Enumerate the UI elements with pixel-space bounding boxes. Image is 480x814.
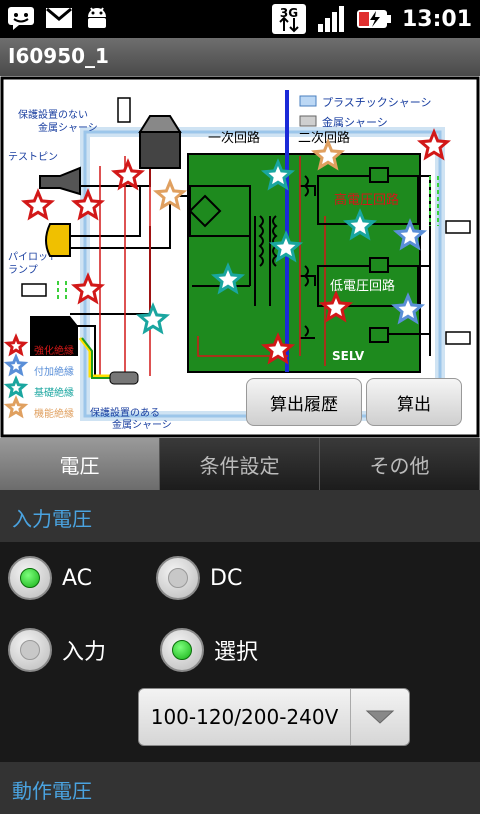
svg-text:金属シャーシ: 金属シャーシ <box>112 418 172 431</box>
tab-voltage[interactable]: 電圧 <box>0 438 160 490</box>
insulation-diagram: プラスチックシャーシ 金属シャーシ 一次回路 二次回路 保護設置のない 金属シャ… <box>0 76 480 438</box>
notification-icons <box>6 4 112 32</box>
radio-select-label: 選択 <box>214 640 259 665</box>
svg-text:保護設置のない: 保護設置のない <box>18 108 88 121</box>
svg-text:金属シャーシ: 金属シャーシ <box>322 115 388 129</box>
radio-dc[interactable]: DC <box>156 556 242 600</box>
tab-conditions[interactable]: 条件設定 <box>160 438 320 490</box>
system-icons: 3G 13:01 <box>271 4 472 34</box>
svg-text:機能絶縁: 機能絶縁 <box>34 407 74 420</box>
svg-text:強化絶縁: 強化絶縁 <box>34 344 74 357</box>
svg-text:3G: 3G <box>280 6 298 20</box>
svg-text:一次回路: 一次回路 <box>208 130 260 146</box>
radio-input[interactable]: 入力 <box>8 628 106 672</box>
svg-text:テストピン: テストピン <box>8 151 58 163</box>
battery-charging-icon <box>356 10 391 28</box>
radio-dc-label: DC <box>210 565 243 591</box>
calc-button[interactable]: 算出 <box>366 378 462 426</box>
tab-other[interactable]: その他 <box>320 438 480 490</box>
signal-strength-icon <box>317 6 344 32</box>
app-title-bar: I60950_1 <box>0 38 480 76</box>
radio-select-indicator <box>160 628 204 672</box>
svg-text:ランプ: ランプ <box>8 264 38 276</box>
tab-bar: 電圧 条件設定 その他 <box>0 438 480 490</box>
svg-text:保護設置のある: 保護設置のある <box>90 406 160 419</box>
input-voltage-title: 入力電圧 <box>12 507 92 531</box>
radio-select[interactable]: 選択 <box>160 628 258 672</box>
voltage-range-select[interactable]: 100-120/200-240V <box>138 688 410 746</box>
radio-ac[interactable]: AC <box>8 556 92 600</box>
clock: 13:01 <box>401 6 472 32</box>
chevron-down-icon <box>350 689 409 745</box>
voltage-range-value: 100-120/200-240V <box>150 705 339 729</box>
android-notification-icon <box>82 4 112 32</box>
radio-input-label: 入力 <box>62 640 107 665</box>
svg-text:基礎絶縁: 基礎絶縁 <box>34 386 74 399</box>
svg-text:金属シャーシ: 金属シャーシ <box>38 121 98 134</box>
svg-text:高電圧回路: 高電圧回路 <box>334 192 399 208</box>
gmail-notification-icon <box>44 4 74 32</box>
svg-text:低電圧回路: 低電圧回路 <box>330 278 395 294</box>
input-voltage-header: 入力電圧 <box>0 490 480 542</box>
radio-input-indicator <box>8 628 52 672</box>
svg-text:プラスチックシャーシ: プラスチックシャーシ <box>322 96 432 109</box>
radio-dc-indicator <box>156 556 200 600</box>
svg-text:二次回路: 二次回路 <box>298 130 350 146</box>
svg-text:付加絶縁: 付加絶縁 <box>34 365 74 378</box>
chat-notification-icon <box>6 4 36 32</box>
status-bar: 3G 13:01 <box>0 0 480 38</box>
voltage-panel: 入力電圧 AC DC 入力 選択 100-120/200-240V 動作電圧 <box>0 490 480 814</box>
radio-ac-indicator <box>8 556 52 600</box>
calc-history-button[interactable]: 算出履歴 <box>246 378 362 426</box>
svg-text:SELV: SELV <box>332 349 365 363</box>
app-title: I60950_1 <box>8 44 109 68</box>
radio-ac-label: AC <box>62 565 93 591</box>
network-3g-icon: 3G <box>271 4 306 34</box>
operating-voltage-header: 動作電圧 <box>0 762 480 814</box>
